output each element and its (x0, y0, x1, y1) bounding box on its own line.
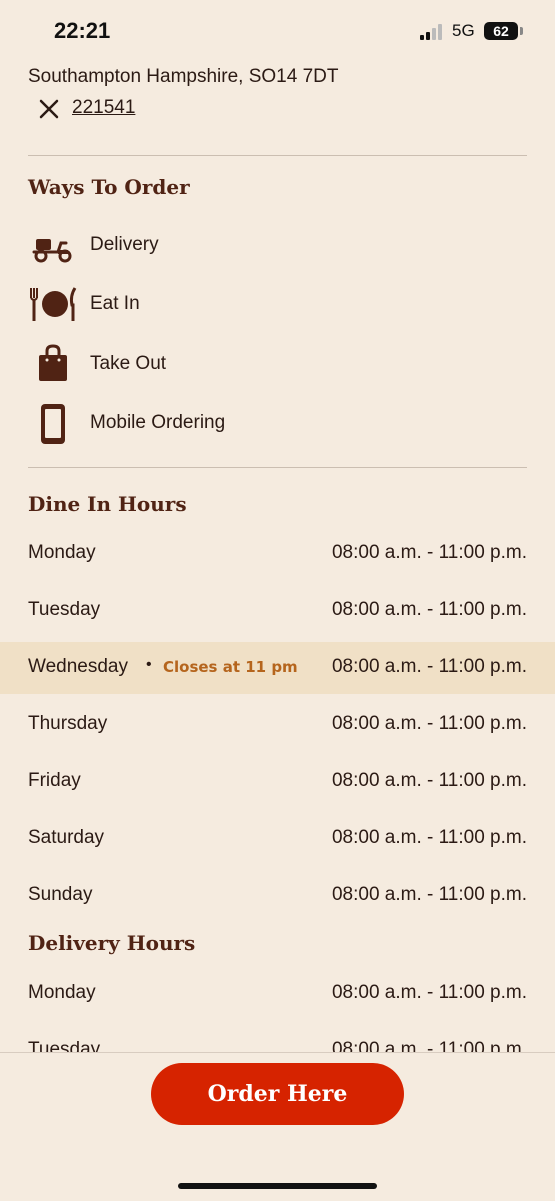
hours-row-monday: Monday 08:00 a.m. - 11:00 p.m. (0, 528, 555, 580)
order-here-button[interactable]: Order Here (151, 1063, 404, 1125)
close-icon[interactable] (38, 98, 60, 120)
hours-row-wednesday-today: Wednesday • Closes at 11 pm 08:00 a.m. -… (0, 642, 555, 694)
shopping-bag-icon (39, 344, 67, 381)
hours-range: 08:00 a.m. - 11:00 p.m. (331, 884, 527, 905)
battery-icon: 62 (484, 22, 518, 40)
store-address: Southampton Hampshire, SO14 7DT (28, 66, 339, 87)
day-label: Wednesday (28, 656, 128, 677)
fork-plate-knife-icon (30, 287, 77, 321)
scooter-icon (32, 239, 72, 263)
day-label: Saturday (28, 827, 105, 848)
way-eat-in[interactable]: Eat In (28, 283, 448, 327)
delivery-hours-title: Delivery Hours (28, 931, 196, 955)
hours-row-friday: Friday 08:00 a.m. - 11:00 p.m. (0, 756, 555, 808)
way-take-out-label: Take Out (90, 353, 167, 374)
way-mobile-ordering-label: Mobile Ordering (90, 412, 226, 433)
divider (28, 155, 527, 156)
hours-range: 08:00 a.m. - 11:00 p.m. (331, 656, 527, 677)
way-delivery[interactable]: Delivery (28, 224, 448, 268)
hours-range: 08:00 a.m. - 11:00 p.m. (331, 713, 527, 734)
hours-range: 08:00 a.m. - 11:00 p.m. (331, 770, 527, 791)
delivery-hours-row-monday: Monday 08:00 a.m. - 11:00 p.m. (0, 968, 555, 1020)
hours-row-thursday: Thursday 08:00 a.m. - 11:00 p.m. (0, 699, 555, 751)
day-label: Friday (28, 770, 81, 791)
home-indicator[interactable] (178, 1183, 377, 1189)
day-label: Thursday (28, 713, 108, 734)
battery-cap (520, 27, 523, 35)
hours-row-sunday: Sunday 08:00 a.m. - 11:00 p.m. (0, 870, 555, 922)
hours-range: 08:00 a.m. - 11:00 p.m. (331, 982, 527, 1003)
status-bar: 22:21 5G 62 (0, 0, 555, 64)
signal-strength-icon (420, 24, 442, 40)
way-eat-in-label: Eat In (90, 293, 140, 314)
hours-row-tuesday: Tuesday 08:00 a.m. - 11:00 p.m. (0, 585, 555, 637)
day-label: Monday (28, 542, 96, 563)
bottom-action-bar: Order Here (0, 1052, 555, 1201)
way-take-out[interactable]: Take Out (28, 343, 448, 387)
ways-to-order-title: Ways To Order (28, 175, 190, 199)
status-time: 22:21 (54, 18, 111, 43)
way-delivery-label: Delivery (90, 234, 159, 255)
way-mobile-ordering[interactable]: Mobile Ordering (28, 402, 448, 446)
network-type: 5G (452, 21, 475, 40)
dine-in-hours-title: Dine In Hours (28, 492, 187, 516)
smartphone-icon (41, 404, 65, 444)
divider (28, 467, 527, 468)
separator-dot: • (146, 656, 152, 673)
closing-note: Closes at 11 pm (163, 658, 298, 676)
day-label: Monday (28, 982, 96, 1003)
hours-range: 08:00 a.m. - 11:00 p.m. (331, 827, 527, 848)
day-label: Tuesday (28, 599, 101, 620)
store-id-link[interactable]: 221541 (72, 97, 135, 119)
hours-range: 08:00 a.m. - 11:00 p.m. (331, 542, 527, 563)
day-label: Sunday (28, 884, 93, 905)
hours-range: 08:00 a.m. - 11:00 p.m. (331, 599, 527, 620)
hours-row-saturday: Saturday 08:00 a.m. - 11:00 p.m. (0, 813, 555, 865)
